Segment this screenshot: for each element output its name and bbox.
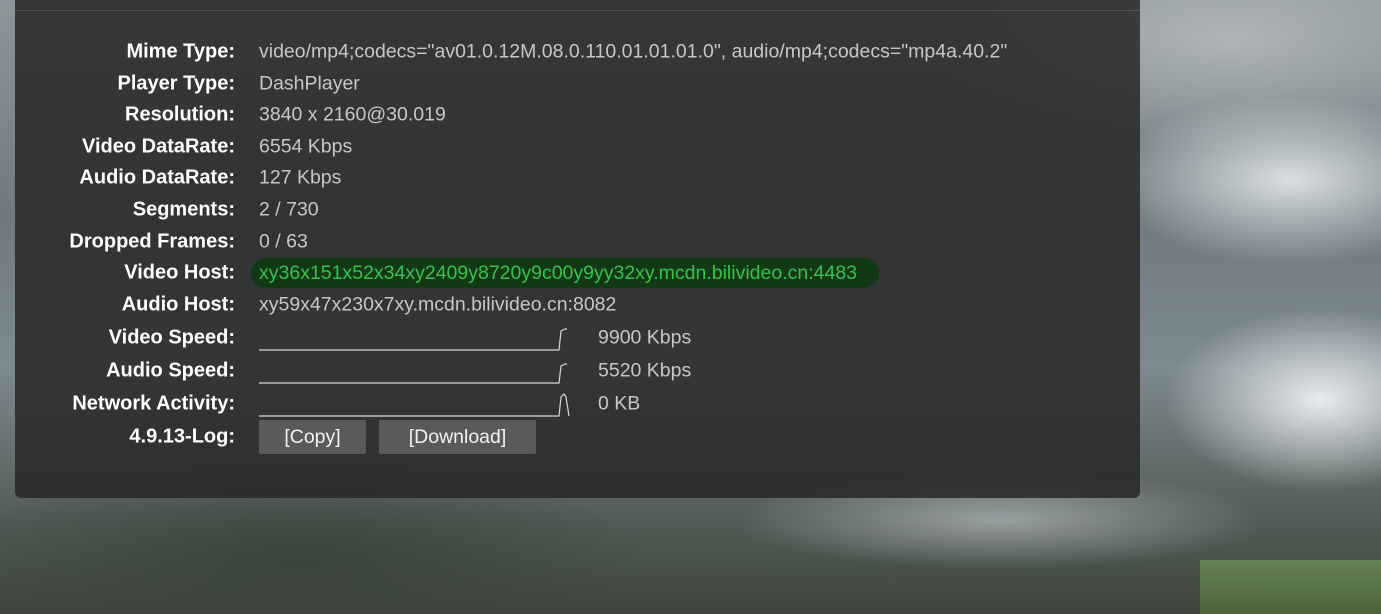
dropped-frames-value: 0 / 63 [259,230,308,253]
resolution-label: Resolution: [125,103,235,126]
mime-type-value: video/mp4;codecs="av01.0.12M.08.0.110.01… [259,40,1008,63]
video-speed-value: 9900 Kbps [598,326,692,349]
row-network-activity: Network Activity: 0 KB [15,388,1140,420]
video-host-label: Video Host: [124,261,235,284]
row-video-datarate: Video DataRate: 6554 Kbps [15,131,1140,163]
row-audio-host: Audio Host: xy59x47x230x7xy.mcdn.bilivid… [15,289,1140,321]
download-log-button[interactable]: [Download] [379,420,536,454]
resolution-value: 3840 x 2160@30.019 [259,103,446,126]
row-resolution: Resolution: 3840 x 2160@30.019 [15,99,1140,131]
row-dropped-frames: Dropped Frames: 0 / 63 [15,226,1140,258]
video-speed-label: Video Speed: [108,326,235,349]
audio-speed-value: 5520 Kbps [598,359,692,382]
video-datarate-value: 6554 Kbps [259,135,353,158]
network-activity-label: Network Activity: [72,392,235,415]
video-host-value[interactable]: xy36x151x52x34xy2409y8720y9c00y9yy32xy.m… [251,258,880,288]
network-activity-graph [259,389,579,419]
audio-host-value: xy59x47x230x7xy.mcdn.bilivideo.cn:8082 [259,293,617,316]
dropped-frames-label: Dropped Frames: [69,230,235,253]
audio-datarate-label: Audio DataRate: [79,166,235,189]
video-datarate-label: Video DataRate: [81,135,235,158]
network-activity-value: 0 KB [598,392,641,415]
row-audio-speed: Audio Speed: 5520 Kbps [15,355,1140,387]
player-type-value: DashPlayer [259,72,360,95]
row-video-speed: Video Speed: 9900 Kbps [15,322,1140,354]
audio-speed-graph [259,356,579,386]
mime-type-label: Mime Type: [126,40,235,63]
audio-datarate-value: 127 Kbps [259,166,342,189]
stats-for-nerds-panel: Mime Type: video/mp4;codecs="av01.0.12M.… [15,0,1140,498]
audio-speed-label: Audio Speed: [106,359,235,382]
audio-host-label: Audio Host: [121,293,235,316]
row-player-type: Player Type: DashPlayer [15,68,1140,100]
background-meadow [1200,560,1381,614]
row-segments: Segments: 2 / 730 [15,194,1140,226]
log-label: 4.9.13-Log: [129,425,235,448]
player-type-label: Player Type: [117,72,235,95]
segments-label: Segments: [132,198,235,221]
video-speed-graph [259,323,579,353]
segments-value: 2 / 730 [259,198,319,221]
copy-log-button[interactable]: [Copy] [259,420,366,454]
row-video-host: Video Host: xy36x151x52x34xy2409y8720y9c… [15,257,1140,289]
row-mime-type: Mime Type: video/mp4;codecs="av01.0.12M.… [15,36,1140,68]
row-audio-datarate: Audio DataRate: 127 Kbps [15,162,1140,194]
panel-divider [15,10,1140,11]
row-log: 4.9.13-Log: [Copy] [Download] [15,420,1140,454]
